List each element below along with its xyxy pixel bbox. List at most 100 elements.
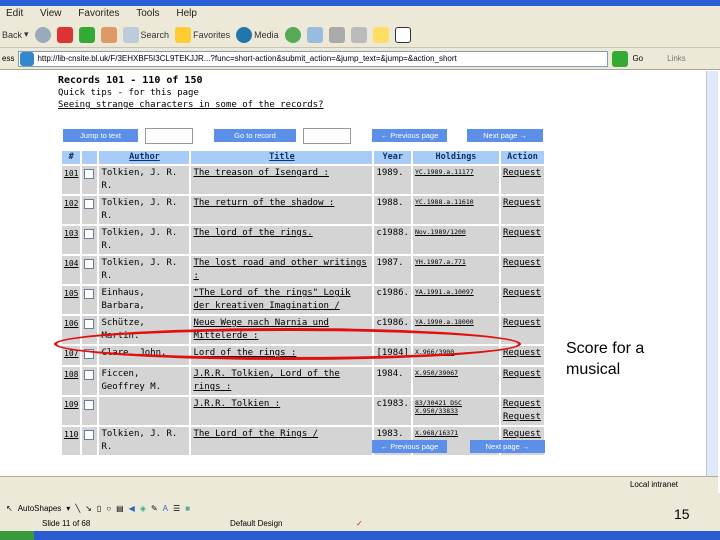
holdings-link[interactable]: YC.1989.a.11177 (415, 168, 497, 176)
header-year: Year (374, 151, 411, 164)
print-icon[interactable] (328, 26, 345, 43)
request-link[interactable]: Request (503, 167, 542, 180)
edit-icon[interactable] (350, 26, 367, 43)
select-checkbox[interactable] (84, 430, 95, 440)
menu-edit[interactable]: Edit (6, 8, 23, 19)
links-button[interactable]: Links (667, 54, 686, 63)
go-arrow-icon[interactable] (612, 50, 629, 67)
oval-icon[interactable]: ○ (106, 504, 111, 513)
strange-characters-link[interactable]: Seeing strange characters in some of the… (58, 100, 324, 110)
select-checkbox[interactable] (84, 289, 95, 299)
record-number[interactable]: 103 (62, 226, 81, 254)
messenger-icon[interactable] (394, 26, 411, 43)
select-checkbox-cell (82, 427, 98, 455)
request-link[interactable]: Request (503, 227, 542, 240)
holdings-link[interactable]: Nov.1989/1200 (415, 228, 497, 236)
next-page-button-bottom[interactable]: Next page → (470, 440, 545, 453)
title-cell[interactable]: The lost road and other writings : (191, 256, 373, 284)
holdings-link[interactable]: X.950/33833 (415, 407, 497, 415)
request-link[interactable]: Request (503, 317, 542, 330)
menu-favorites[interactable]: Favorites (78, 8, 119, 19)
holdings-cell: 83/30421 DSC X.950/33833 (412, 397, 499, 425)
forward-icon[interactable] (34, 26, 51, 43)
holdings-link[interactable]: 83/30421 DSC (415, 399, 497, 407)
3d-icon[interactable]: ■ (185, 504, 190, 513)
request-link[interactable]: Request (503, 368, 542, 381)
title-cell[interactable]: The return of the shadow : (191, 196, 373, 224)
action-cell: Request (500, 367, 544, 395)
mail-icon[interactable] (306, 26, 323, 43)
record-number[interactable]: 101 (62, 166, 81, 194)
header-author[interactable]: Author (99, 151, 190, 164)
select-checkbox[interactable] (84, 229, 95, 239)
home-icon[interactable] (100, 26, 117, 43)
record-number[interactable]: 109 (62, 397, 81, 425)
go-to-record-button[interactable]: Go to record (214, 129, 296, 142)
menu-help[interactable]: Help (176, 8, 197, 19)
address-label: ess (2, 54, 15, 63)
vertical-scrollbar[interactable] (706, 71, 718, 476)
previous-page-button-bottom[interactable]: ← Previous page (372, 440, 447, 453)
select-checkbox-cell (82, 226, 98, 254)
select-checkbox[interactable] (84, 169, 95, 179)
next-page-button[interactable]: Next page → (467, 129, 543, 142)
previous-page-button[interactable]: ← Previous page (372, 129, 447, 142)
line-style-icon[interactable]: ☰ (173, 504, 180, 513)
url-input[interactable]: http://lib-cnsite.bl.uk/F/3EHXBF5I3CL9TE… (18, 50, 609, 67)
stop-icon[interactable] (56, 26, 73, 43)
arrow-icon[interactable]: ↘ (85, 504, 92, 513)
request-link[interactable]: Request (503, 398, 542, 411)
previous-page-label: ← Previous page (372, 440, 447, 453)
record-number[interactable]: 110 (62, 427, 81, 455)
holdings-link[interactable]: YH.1987.a.771 (415, 258, 497, 266)
back-button[interactable]: Back ▾ (2, 29, 29, 40)
line-color-icon[interactable]: ✎ (151, 504, 158, 513)
holdings-link[interactable]: X.950/39067 (415, 369, 497, 377)
notes-icon[interactable] (372, 26, 389, 43)
request-link[interactable]: Request (503, 411, 542, 424)
request-link[interactable]: Request (503, 287, 542, 300)
rectangle-icon[interactable]: ▯ (97, 504, 101, 513)
record-number[interactable]: 108 (62, 367, 81, 395)
textbox-icon[interactable]: ▤ (116, 504, 124, 513)
refresh-icon[interactable] (78, 26, 95, 43)
line-icon[interactable]: ╲ (75, 504, 80, 513)
font-color-icon[interactable]: A (163, 504, 168, 513)
select-checkbox[interactable] (84, 319, 95, 329)
title-cell[interactable]: J.R.R. Tolkien : (191, 397, 373, 425)
fill-color-icon[interactable]: ◈ (140, 504, 146, 513)
select-checkbox[interactable] (84, 199, 95, 209)
select-arrow-icon[interactable]: ↖ (6, 504, 13, 513)
holdings-link[interactable]: YA.1991.a.10097 (415, 288, 497, 296)
search-button[interactable]: Search (122, 26, 169, 43)
holdings-cell: X.950/39067 (412, 367, 499, 395)
select-checkbox[interactable] (84, 400, 95, 410)
header-title[interactable]: Title (191, 151, 373, 164)
holdings-link[interactable]: YC.1988.a.11610 (415, 198, 497, 206)
jump-to-text-input[interactable] (145, 128, 193, 144)
request-link[interactable]: Request (503, 257, 542, 270)
go-to-record-input[interactable] (303, 128, 351, 144)
request-link[interactable]: Request (503, 197, 542, 210)
wordart-icon[interactable]: ◀ (129, 504, 135, 513)
favorites-button[interactable]: Favorites (175, 26, 230, 43)
table-row: 108 Ficcen, Geoffrey M. J.R.R. Tolkien, … (62, 367, 544, 395)
author-cell: Ficcen, Geoffrey M. (99, 367, 190, 395)
history-icon[interactable] (284, 26, 301, 43)
holdings-link[interactable]: YA.1990.a.18000 (415, 318, 497, 326)
select-checkbox[interactable] (84, 370, 95, 380)
menu-tools[interactable]: Tools (136, 8, 159, 19)
jump-to-text-button[interactable]: Jump to text (63, 129, 138, 142)
media-button[interactable]: Media (236, 26, 279, 43)
record-number[interactable]: 105 (62, 286, 81, 314)
select-checkbox[interactable] (84, 259, 95, 269)
record-number[interactable]: 102 (62, 196, 81, 224)
year-cell: c1983. (374, 397, 411, 425)
holdings-link[interactable]: X.968/16371 (415, 429, 497, 437)
go-button[interactable]: Go (632, 54, 643, 63)
record-number[interactable]: 104 (62, 256, 81, 284)
autoshapes-menu[interactable]: AutoShapes (18, 504, 62, 513)
menu-view[interactable]: View (40, 8, 62, 19)
start-button[interactable] (0, 531, 34, 540)
table-row: 102 Tolkien, J. R. R. The return of the … (62, 196, 544, 224)
